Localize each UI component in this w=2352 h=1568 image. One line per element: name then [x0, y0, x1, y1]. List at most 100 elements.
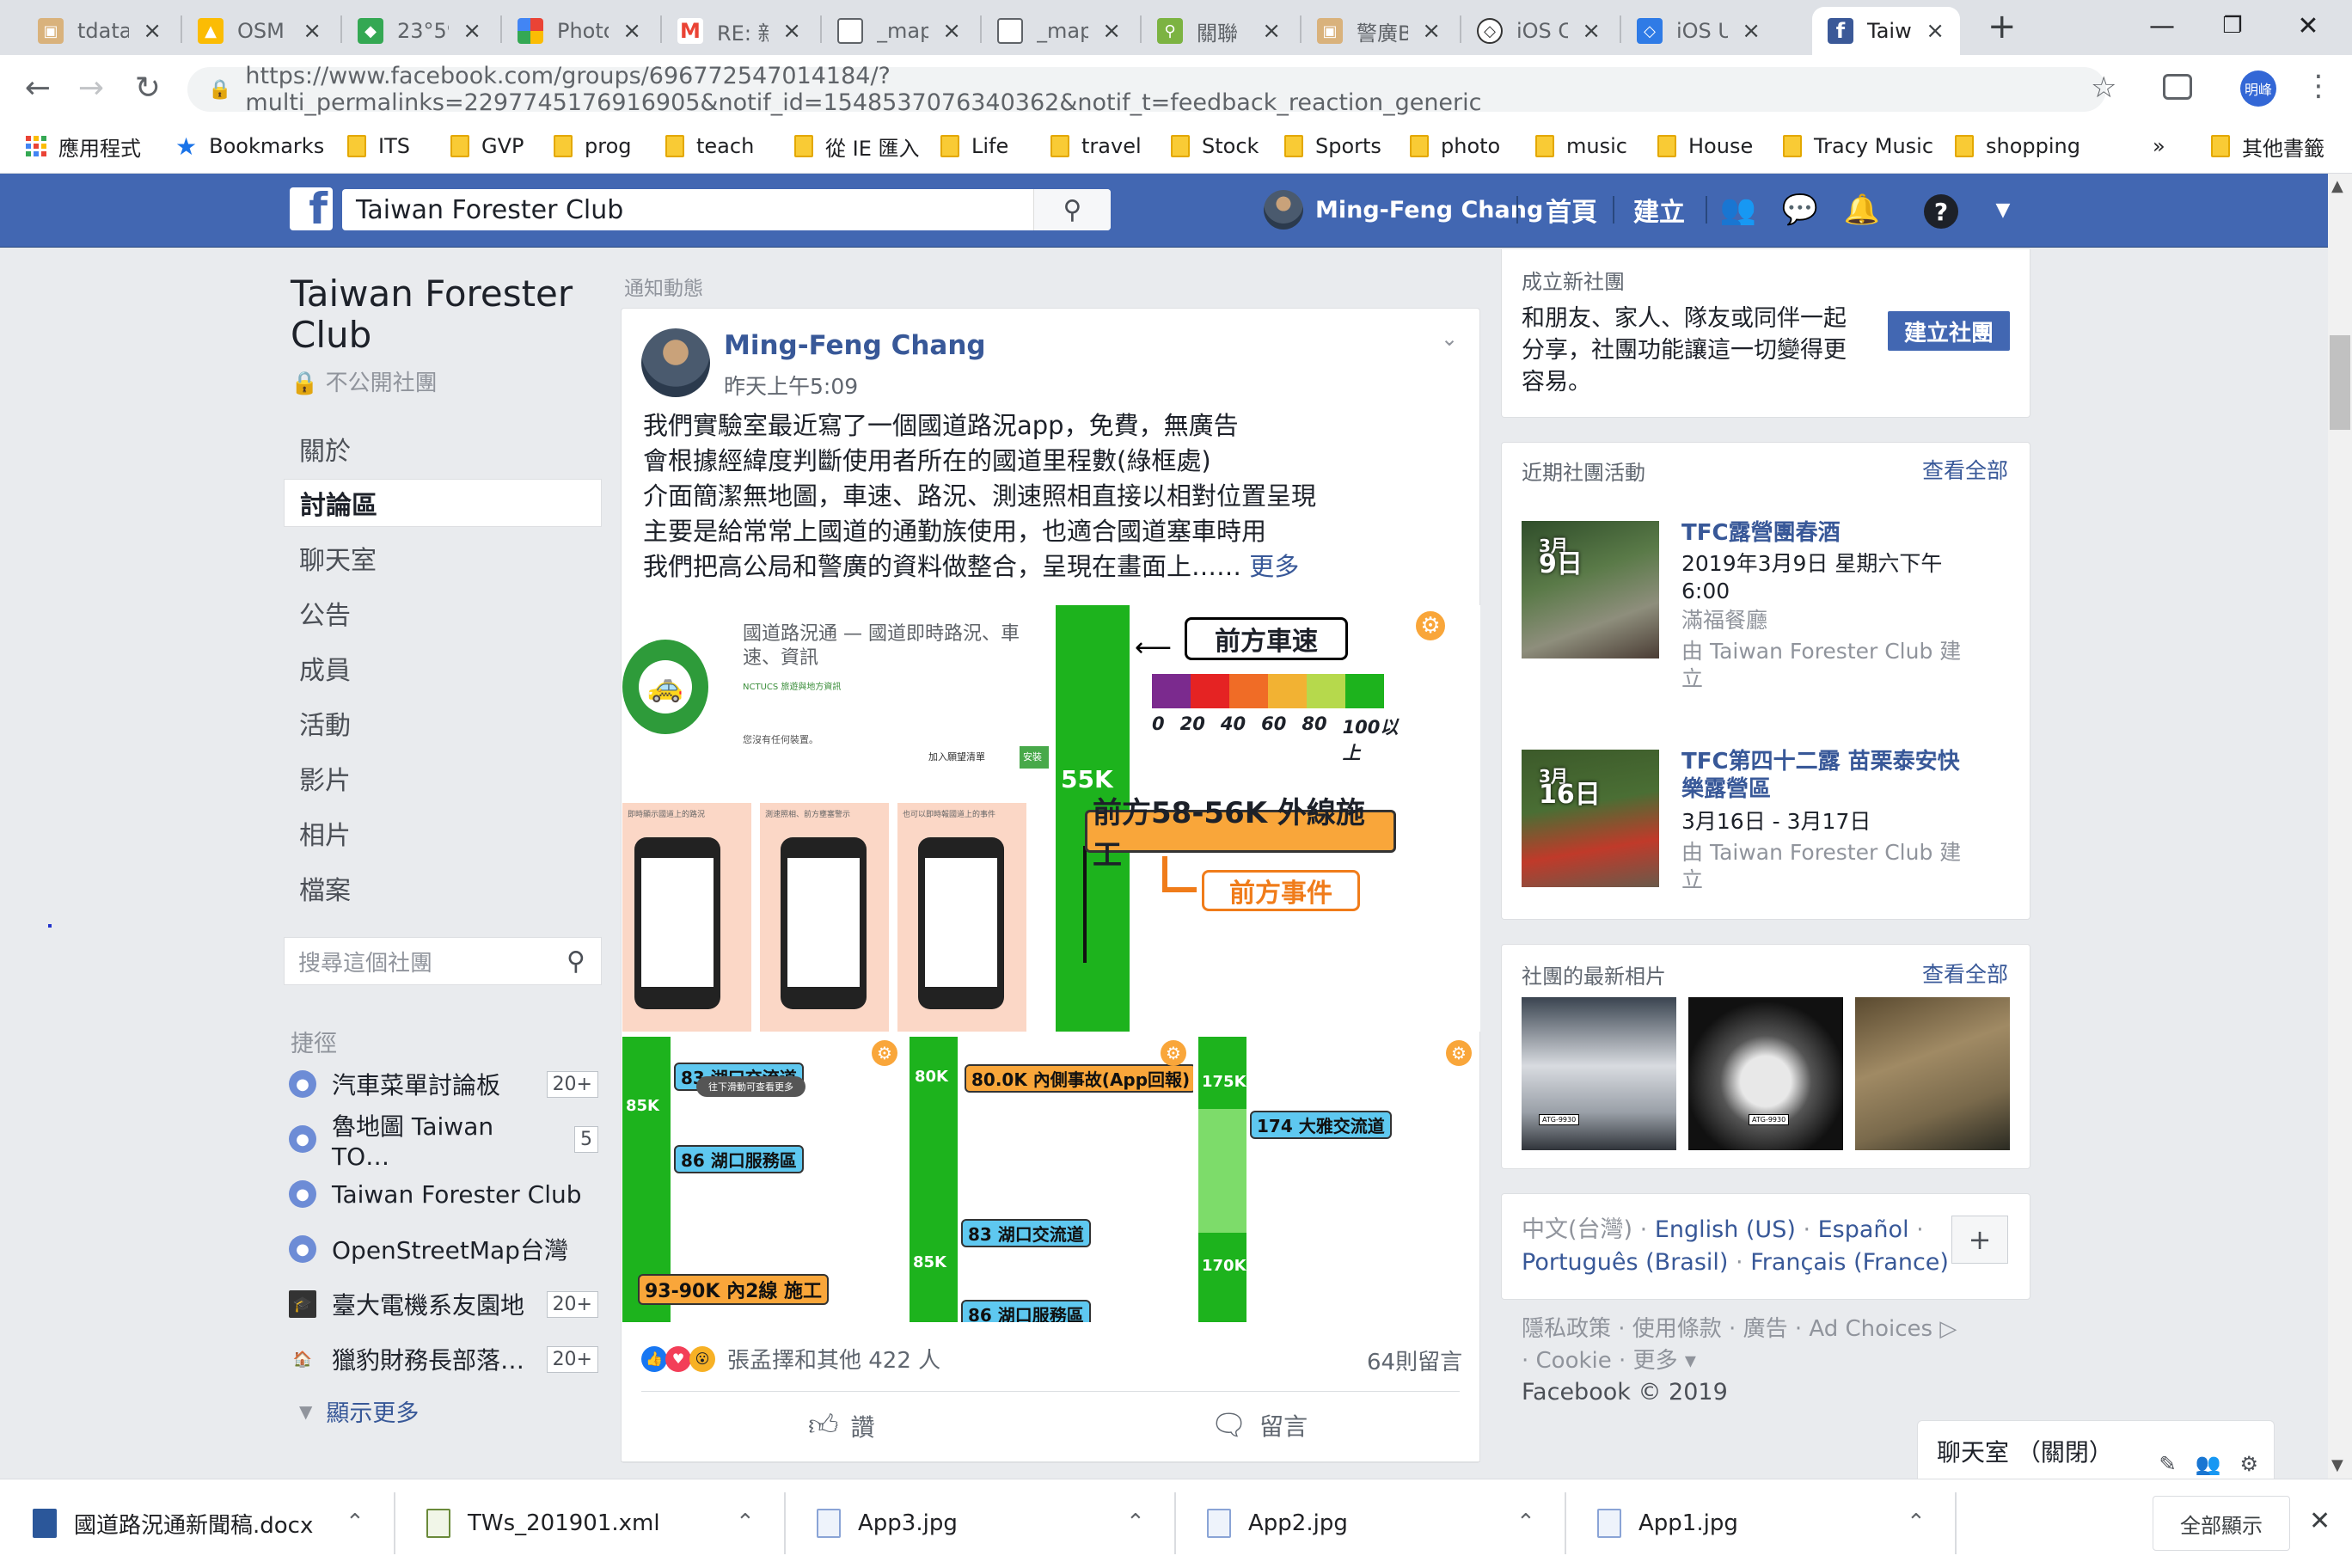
events-see-all-link[interactable]: 查看全部	[1922, 454, 2008, 485]
create-link[interactable]: 建立	[1633, 191, 1685, 229]
bookmark-folder[interactable]: Tracy Music	[1783, 129, 1933, 163]
browser-tab[interactable]: ◇ iOS C ×	[1461, 7, 1616, 55]
close-icon[interactable]: ×	[1102, 18, 1121, 44]
search-icon[interactable]: ⚲	[567, 946, 585, 977]
bookmark-folder[interactable]: prog	[554, 129, 632, 163]
language-link[interactable]: Português (Brasil)	[1522, 1249, 1728, 1276]
back-arrow-icon[interactable]: ←	[15, 65, 60, 110]
post-author-name[interactable]: Ming-Feng Chang	[724, 330, 986, 361]
group-photo[interactable]: ATG-9930	[1688, 997, 1843, 1150]
group-title[interactable]: Taiwan Forester Club	[291, 273, 583, 356]
event-title[interactable]: TFC第四十二露 苗栗泰安快樂露營區	[1681, 748, 1965, 803]
close-icon[interactable]: ×	[1582, 18, 1601, 44]
profile-avatar[interactable]: 明峰	[2240, 70, 2276, 107]
shortcut-item[interactable]: ● Taiwan Forester Club	[289, 1171, 598, 1217]
scroll-up-icon[interactable]: ▲	[2331, 177, 2343, 195]
close-icon[interactable]: ×	[942, 18, 961, 44]
shortcut-item[interactable]: 🎓 臺大電機系友園地 20+	[289, 1281, 598, 1327]
comments-count[interactable]: 64則留言	[1367, 1344, 1462, 1376]
download-item[interactable]: TWs_201901.xml	[426, 1496, 660, 1551]
close-shelf-icon[interactable]: ✕	[2309, 1506, 2331, 1536]
chevron-up-icon[interactable]: ⌃	[1516, 1510, 1535, 1535]
shortcut-item[interactable]: ● 汽車菜單討論板 20+	[289, 1061, 598, 1107]
download-item[interactable]: App2.jpg	[1207, 1496, 1348, 1551]
post-image-speed-legend[interactable]: 55K ⟵ 前方車速 0 20 40 60 80 100以上 ⚙ 前方58-56K 外線施…	[1056, 605, 1480, 1032]
close-icon[interactable]: ×	[462, 18, 481, 44]
photos-see-all-link[interactable]: 查看全部	[1922, 958, 2008, 989]
group-nav-announcements[interactable]: 公告	[284, 589, 602, 637]
bookmark-folder[interactable]: shopping	[1955, 129, 2080, 163]
group-nav-events[interactable]: 活動	[284, 699, 602, 747]
search-icon[interactable]: ⚲	[1033, 189, 1111, 230]
shortcut-item[interactable]: ● OpenStreetMap台灣	[289, 1226, 598, 1272]
bookmark-folder[interactable]: photo	[1410, 129, 1500, 163]
help-icon[interactable]: ?	[1924, 194, 1958, 229]
new-tab-button[interactable]: +	[1988, 7, 2017, 46]
see-more-link[interactable]: 更多	[1249, 552, 1299, 581]
post-author-avatar[interactable]	[641, 328, 710, 397]
language-link[interactable]: Español	[1818, 1216, 1909, 1243]
close-icon[interactable]: ×	[1926, 18, 1945, 44]
event-photo[interactable]: 3月 9日	[1522, 521, 1659, 658]
post-image-app-screen-1[interactable]: 85K 83 湖口交流道 往下滑動可查看更多 86 湖口服務區 93-90K 內…	[622, 1037, 904, 1322]
forward-arrow-icon[interactable]: →	[69, 65, 113, 110]
show-more-link[interactable]: ▼ 顯示更多	[299, 1394, 419, 1428]
browser-tab[interactable]: ⚲ 關聯 ×	[1142, 7, 1296, 55]
messenger-icon[interactable]: 💬	[1782, 193, 1818, 227]
group-nav-members[interactable]: 成員	[284, 644, 602, 692]
restore-icon[interactable]: ❐	[2194, 0, 2271, 52]
browser-tab[interactable]: ▣ 警廣B ×	[1302, 7, 1456, 55]
bookmark-star-icon[interactable]: ☆	[2091, 70, 2116, 105]
chat-sidebar-bar[interactable]: 聊天室 （關閉） ✎ 👥 ⚙	[1917, 1420, 2275, 1482]
bookmark-folder[interactable]: teach	[665, 129, 754, 163]
group-photo[interactable]	[1855, 997, 2010, 1150]
post-image-app-screen-2[interactable]: 80K 80.0K 內側事故(App回報) 83 湖口交流道 85K 86 湖口…	[910, 1037, 1193, 1322]
add-language-button[interactable]: +	[1951, 1216, 2008, 1264]
facebook-search-input[interactable]: Taiwan Forester Club ⚲	[342, 189, 1111, 230]
gear-icon[interactable]: ⚙	[2239, 1452, 2258, 1476]
comment-button[interactable]: 🗨 留言	[1210, 1408, 1308, 1442]
minimize-icon[interactable]: —	[2123, 0, 2201, 52]
browser-tab[interactable]: ◇ iOS U ×	[1621, 7, 1776, 55]
window-close-icon[interactable]: ✕	[2269, 0, 2347, 52]
extension-icon[interactable]	[2163, 74, 2192, 100]
close-icon[interactable]: ×	[143, 18, 162, 44]
bookmark-folder[interactable]: 從 IE 匯入	[794, 129, 920, 163]
bookmark-folder[interactable]: GVP	[450, 129, 524, 163]
compose-icon[interactable]: ✎	[2159, 1452, 2176, 1476]
browser-tab[interactable]: _map ×	[822, 7, 977, 55]
language-link[interactable]: English (US)	[1655, 1216, 1796, 1243]
friend-requests-icon[interactable]: 👥	[1720, 193, 1756, 227]
group-photo[interactable]: ATG-9930	[1522, 997, 1676, 1150]
other-bookmarks[interactable]: 其他書籤	[2211, 129, 2324, 163]
home-link[interactable]: 首頁	[1546, 191, 1597, 229]
chevron-up-icon[interactable]: ⌃	[736, 1510, 755, 1535]
notifications-bell-icon[interactable]: 🔔	[1844, 193, 1880, 227]
profile-link[interactable]: Ming-Feng Chang	[1264, 187, 1543, 232]
chevron-up-icon[interactable]: ⌃	[1907, 1510, 1926, 1535]
bookmark-folder[interactable]: House	[1657, 129, 1753, 163]
close-icon[interactable]: ×	[1262, 18, 1281, 44]
chevron-up-icon[interactable]: ⌃	[1126, 1510, 1145, 1535]
close-icon[interactable]: ×	[1422, 18, 1441, 44]
close-icon[interactable]: ×	[622, 18, 641, 44]
event-title[interactable]: TFC露營團春酒	[1681, 519, 1965, 547]
bookmark-folder[interactable]: travel	[1050, 129, 1142, 163]
close-icon[interactable]: ×	[782, 18, 801, 44]
reload-icon[interactable]: ↻	[126, 65, 170, 110]
scrollbar-thumb[interactable]	[2330, 335, 2350, 430]
group-nav-chat[interactable]: 聊天室	[284, 534, 602, 582]
bookmark-apps[interactable]: 應用程式	[26, 129, 141, 163]
chevron-up-icon[interactable]: ⌃	[346, 1510, 364, 1535]
bookmark-folder[interactable]: Stock	[1171, 129, 1259, 163]
browser-tab[interactable]: Photo×	[502, 7, 657, 55]
browser-tab[interactable]: _map ×	[982, 7, 1136, 55]
language-link[interactable]: Français (France)	[1750, 1249, 1949, 1276]
group-nav-videos[interactable]: 影片	[284, 754, 602, 802]
post-options-chevron-icon[interactable]: ⌄	[1441, 327, 1458, 351]
browser-menu-icon[interactable]: ⋮	[2304, 69, 2333, 103]
post-image-app-screen-3[interactable]: 175K 174 大雅交流道 170K ⚙	[1198, 1037, 1479, 1322]
download-item[interactable]: App3.jpg	[817, 1496, 958, 1551]
create-group-button[interactable]: 建立社團	[1888, 311, 2010, 351]
scroll-down-icon[interactable]: ▼	[2331, 1456, 2343, 1474]
